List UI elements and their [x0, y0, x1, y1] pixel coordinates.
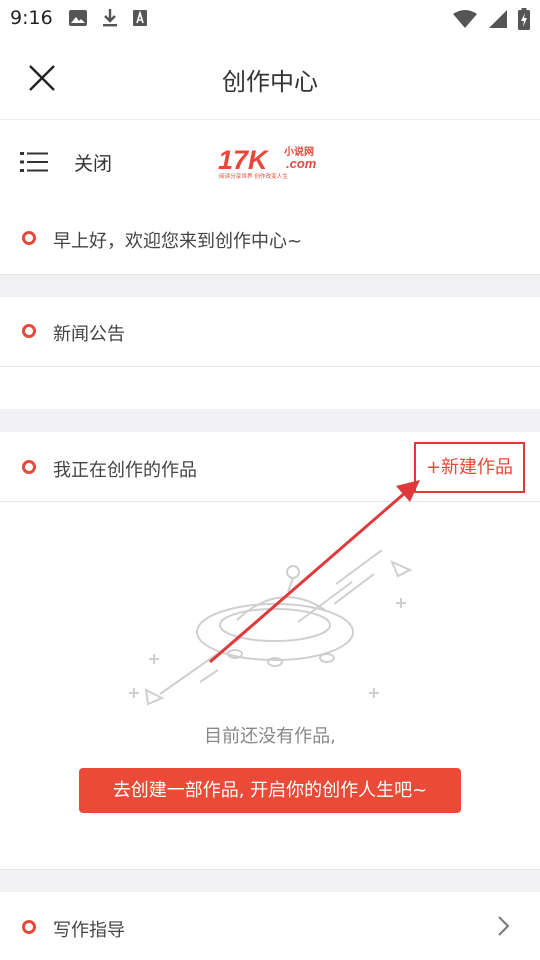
divider [0, 501, 540, 502]
chevron-right-icon[interactable] [496, 914, 512, 938]
divider [0, 366, 540, 367]
logo-brand: 17K [218, 145, 270, 175]
create-work-button[interactable]: 去创建一部作品, 开启你的创作人生吧~ [79, 768, 461, 813]
logo-sub2: .com [286, 156, 317, 171]
image-icon [69, 10, 87, 26]
writing-guide-row[interactable]: 写作指导 [0, 892, 540, 960]
page-title: 创作中心 [222, 68, 318, 96]
section-gap [0, 870, 540, 892]
site-header: 关闭 17K 小说网 .com 阅读分享世界 创作改变人生 [0, 121, 540, 205]
system-icons [452, 8, 530, 30]
status-bar: 9:16 [0, 0, 540, 38]
close-link[interactable]: 关闭 [74, 149, 112, 176]
bullet-icon [22, 324, 36, 338]
battery-icon [518, 8, 530, 30]
status-time: 9:16 [10, 7, 53, 29]
greeting-text: 早上好，欢迎您来到创作中心~ [53, 231, 303, 252]
font-icon [133, 10, 147, 26]
bullet-icon [22, 920, 36, 934]
greeting-row: 早上好，欢迎您来到创作中心~ [0, 205, 540, 274]
signal-icon [489, 10, 507, 28]
ufo-illustration [129, 550, 413, 706]
bullet-icon [22, 460, 36, 474]
wifi-icon [453, 10, 477, 28]
download-icon [103, 9, 117, 27]
section-gap [0, 409, 540, 432]
news-section[interactable]: 新闻公告 [0, 297, 540, 409]
notification-icons [68, 8, 148, 28]
menu-icon[interactable] [20, 150, 48, 174]
bullet-icon [22, 231, 36, 245]
news-title[interactable]: 新闻公告 [53, 320, 125, 346]
nav-bar: 创作中心 [0, 38, 540, 120]
works-title: 我正在创作的作品 [53, 460, 197, 481]
section-gap [0, 275, 540, 297]
site-logo[interactable]: 17K 小说网 .com 阅读分享世界 创作改变人生 [218, 143, 322, 181]
empty-state-text: 目前还没有作品, [204, 726, 336, 747]
logo-tagline: 阅读分享世界 创作改变人生 [219, 172, 288, 180]
new-work-button[interactable]: +新建作品 [414, 442, 525, 493]
writing-guide-label[interactable]: 写作指导 [53, 916, 125, 942]
